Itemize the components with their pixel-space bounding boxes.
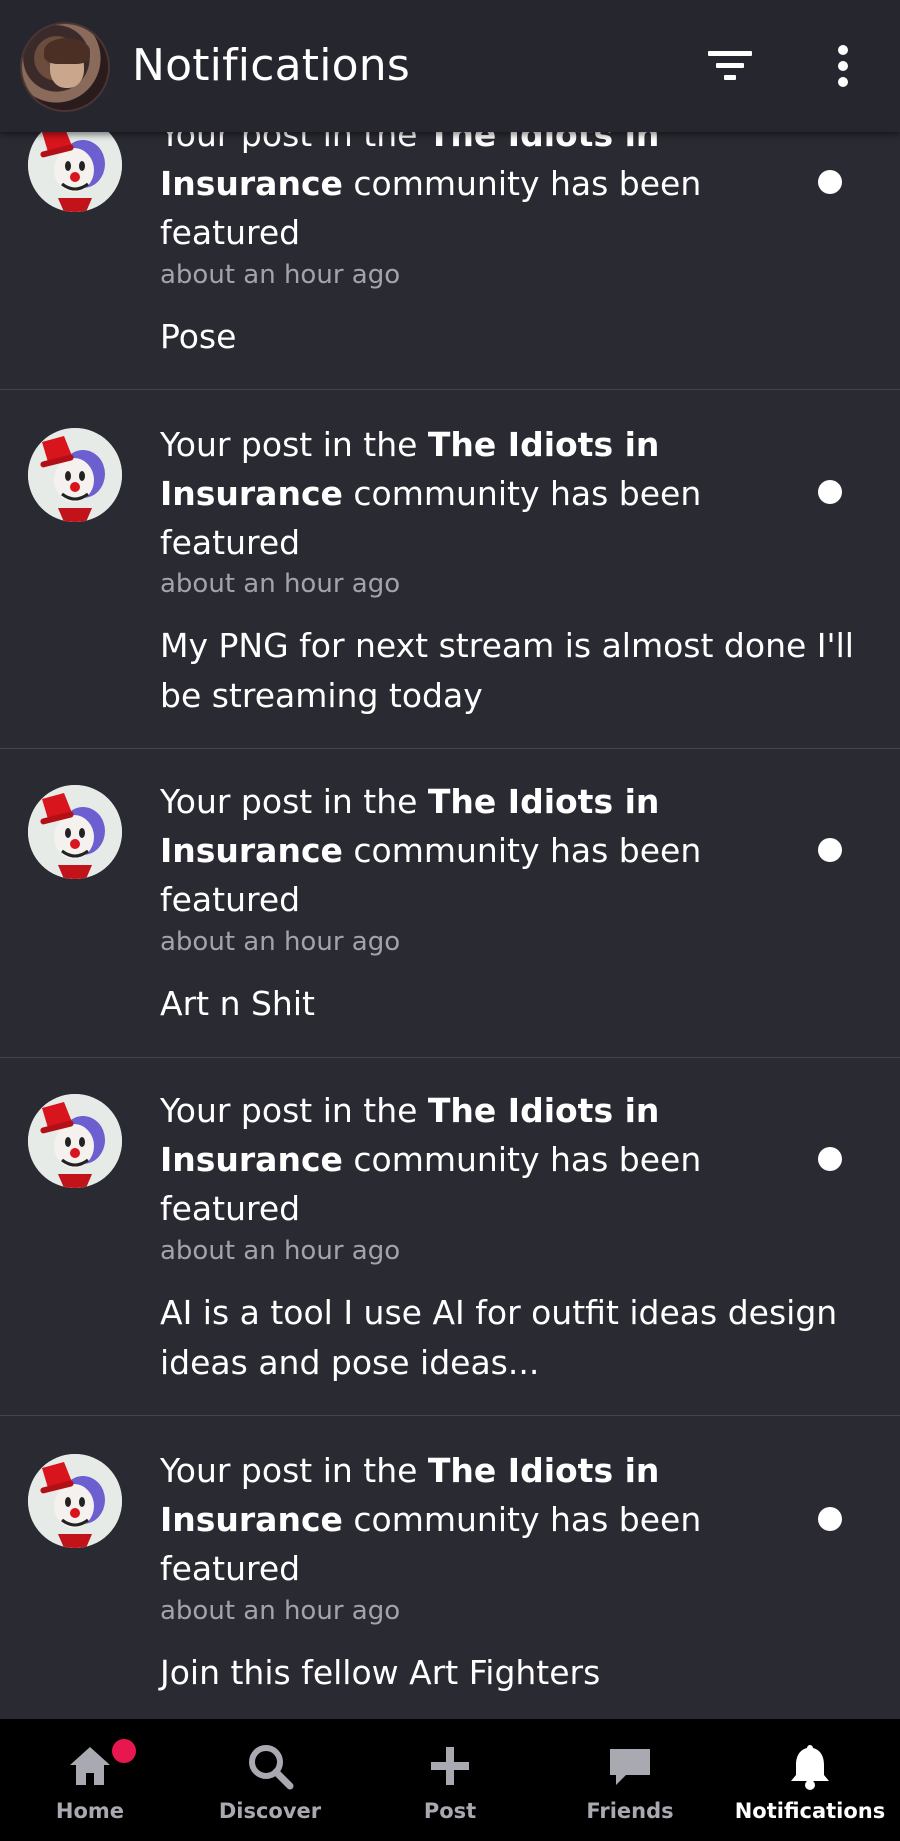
notification-time: about an hour ago	[160, 1236, 401, 1266]
notification-preview: My PNG for next stream is almost done I'…	[160, 626, 854, 715]
unread-indicator	[818, 170, 842, 194]
search-icon	[249, 1745, 294, 1790]
page-title: Notifications	[132, 40, 410, 91]
bottom-navigation: Home Discover Post Friends Notifications	[0, 1719, 900, 1841]
notification-avatar[interactable]	[28, 785, 122, 879]
notification-time: about an hour ago	[160, 1596, 401, 1626]
unread-indicator	[818, 480, 842, 504]
home-icon	[70, 1747, 110, 1785]
notification-badge	[112, 1739, 136, 1763]
notification-preview: Art n Shit	[160, 984, 315, 1023]
nav-label: Discover	[218, 1799, 322, 1823]
nav-label: Post	[423, 1799, 477, 1823]
notification-message: Your post in the The Idiots in Insurance…	[160, 425, 702, 562]
nav-discover[interactable]: Discover	[180, 1719, 360, 1841]
unread-indicator	[818, 1147, 842, 1171]
notification-message: Your post in the The Idiots in Insurance…	[160, 115, 702, 252]
notification-preview: AI is a tool I use AI for outfit ideas d…	[160, 1293, 838, 1382]
notification-item[interactable]: Your post in the The Idiots in Insurance…	[0, 749, 900, 1058]
notifications-screen: Your post in the The Idiots in Insurance…	[0, 0, 900, 1841]
unread-indicator	[818, 1507, 842, 1531]
nav-label: Notifications	[734, 1799, 886, 1823]
plus-icon	[431, 1747, 469, 1785]
notification-avatar[interactable]	[28, 118, 122, 212]
notification-time: about an hour ago	[160, 260, 401, 290]
nav-home[interactable]: Home	[0, 1719, 180, 1841]
notification-message: Your post in the The Idiots in Insurance…	[160, 1451, 702, 1588]
user-avatar[interactable]	[20, 22, 110, 112]
notification-message: Your post in the The Idiots in Insurance…	[160, 1091, 702, 1228]
nav-notifications[interactable]: Notifications	[720, 1719, 900, 1841]
top-app-bar: Notifications	[0, 0, 900, 132]
nav-post[interactable]: Post	[360, 1719, 540, 1841]
more-options-button[interactable]	[826, 44, 860, 88]
notification-item[interactable]: Your post in the The Idiots in Insurance…	[0, 1416, 900, 1719]
nav-friends[interactable]: Friends	[540, 1719, 720, 1841]
nav-label: Friends	[586, 1799, 674, 1823]
notification-preview: Pose	[160, 317, 237, 356]
notification-item[interactable]: Your post in the The Idiots in Insurance…	[0, 1058, 900, 1416]
notification-avatar[interactable]	[28, 428, 122, 522]
bell-icon	[791, 1745, 829, 1790]
notification-preview: Join this fellow Art Fighters	[160, 1653, 601, 1692]
nav-label: Home	[55, 1799, 125, 1823]
notification-avatar[interactable]	[28, 1454, 122, 1548]
unread-indicator	[818, 838, 842, 862]
notification-avatar[interactable]	[28, 1094, 122, 1188]
chat-icon	[610, 1749, 650, 1785]
notification-item[interactable]: Your post in the The Idiots in Insurance…	[0, 390, 900, 749]
filter-icon	[708, 51, 752, 80]
notification-time: about an hour ago	[160, 569, 401, 599]
filter-button[interactable]	[706, 46, 756, 86]
notification-message: Your post in the The Idiots in Insurance…	[160, 782, 702, 919]
more-vertical-icon	[838, 45, 848, 87]
notification-time: about an hour ago	[160, 927, 401, 957]
